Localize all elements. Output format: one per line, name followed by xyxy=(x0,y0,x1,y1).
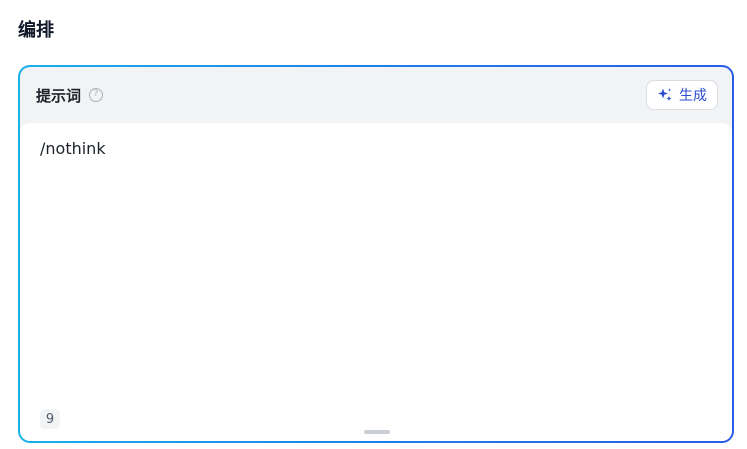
prompt-header: 提示词 ? 生成 xyxy=(20,67,732,123)
sparkle-icon xyxy=(658,88,672,101)
question-circle-icon[interactable]: ? xyxy=(89,88,104,102)
prompt-header-left: 提示词 ? xyxy=(36,85,104,106)
prompt-editor[interactable]: /nothink 9 xyxy=(20,123,732,441)
resize-handle[interactable] xyxy=(364,430,390,434)
prompt-card: 提示词 ? 生成 /nothink 9 xyxy=(18,65,734,443)
prompt-card-inner: 提示词 ? 生成 /nothink 9 xyxy=(20,67,732,441)
char-count-badge: 9 xyxy=(40,409,60,429)
section-title: 编排 xyxy=(18,20,54,41)
prompt-label: 提示词 xyxy=(36,86,82,105)
generate-button[interactable]: 生成 xyxy=(646,80,718,110)
generate-label: 生成 xyxy=(679,87,707,103)
prompt-text[interactable]: /nothink xyxy=(40,139,106,158)
